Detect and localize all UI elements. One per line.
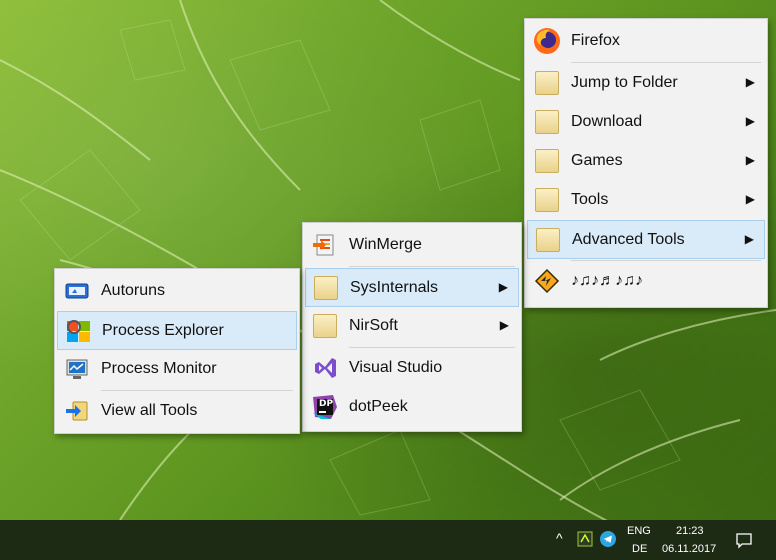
submenu-arrow-icon: ▶ (745, 114, 755, 128)
winamp-icon (533, 267, 561, 295)
folder-icon (534, 226, 562, 254)
folder-icon (533, 69, 561, 97)
menu-item-label: Visual Studio (349, 359, 443, 376)
menu-item-firefox[interactable]: Firefox (527, 22, 765, 61)
menu-item-process-monitor[interactable]: Process Monitor (57, 350, 297, 389)
submenu-arrow-icon: ▶ (745, 192, 755, 206)
menu-item-label: View all Tools (101, 402, 198, 419)
menu-separator (571, 62, 761, 63)
submenu-arrow-icon: ▶ (744, 232, 754, 246)
menu-item-games[interactable]: Games ▶ (527, 142, 765, 181)
menu-item-tools[interactable]: Tools ▶ (527, 181, 765, 220)
folder-icon (312, 274, 340, 302)
menu-item-label: Download (571, 113, 643, 130)
submenu-arrow-icon: ▶ (499, 318, 509, 332)
submenu-arrow-icon: ▶ (745, 153, 755, 167)
menu-item-label: Process Explorer (102, 322, 224, 339)
submenu-arrow-icon: ▶ (498, 280, 508, 294)
menu-item-label: ♪♫♪♬♪♫♪ (571, 272, 643, 289)
tray-app-icon[interactable] (577, 531, 593, 547)
clock-time[interactable]: 21:23 (676, 525, 704, 537)
menu-separator (101, 390, 293, 391)
language-indicator-top[interactable]: ENG (627, 525, 651, 537)
menu-item-winmerge[interactable]: WinMerge (305, 226, 519, 265)
submenu-arrow-icon: ▶ (745, 75, 755, 89)
clock-date[interactable]: 06.11.2017 (662, 543, 716, 555)
menu-item-process-explorer[interactable]: Process Explorer (57, 311, 297, 350)
notification-center-icon[interactable] (735, 531, 752, 549)
menu-item-label: dotPeek (349, 398, 408, 415)
dotpeek-icon-glyph: DP (319, 399, 334, 409)
menu-item-visual-studio[interactable]: Visual Studio (305, 349, 519, 388)
menu-item-advanced-tools[interactable]: Advanced Tools ▶ (527, 220, 765, 259)
telegram-icon[interactable] (600, 531, 616, 547)
folder-icon (311, 312, 339, 340)
language-indicator-bottom[interactable]: DE (632, 543, 647, 555)
menu-item-nirsoft[interactable]: NirSoft ▶ (305, 307, 519, 346)
menu-item-sysinternals[interactable]: SysInternals ▶ (305, 268, 519, 307)
menu-item-dotpeek[interactable]: DP dotPeek (305, 388, 519, 427)
menu-separator (349, 266, 515, 267)
autoruns-icon (63, 277, 91, 305)
menu-separator (571, 260, 761, 261)
folder-icon (533, 108, 561, 136)
process-monitor-icon (63, 355, 91, 383)
show-hidden-icons-chevron-icon[interactable]: ^ (556, 530, 563, 546)
menu-item-label: Tools (571, 191, 609, 208)
menu-item-label: SysInternals (350, 279, 439, 296)
menu-item-autoruns[interactable]: Autoruns (57, 272, 297, 311)
sysinternals-submenu: Autoruns Process Explorer Process Monito… (54, 268, 300, 434)
menu-item-label: Firefox (571, 32, 620, 49)
firefox-icon (533, 27, 561, 55)
dotpeek-icon: DP (311, 393, 339, 421)
process-explorer-icon (64, 317, 92, 345)
menu-item-view-all-tools[interactable]: View all Tools (57, 392, 297, 431)
menu-item-label: WinMerge (349, 236, 422, 253)
winmerge-icon (311, 231, 339, 259)
menu-item-jump-to-folder[interactable]: Jump to Folder ▶ (527, 64, 765, 103)
menu-item-download[interactable]: Download ▶ (527, 103, 765, 142)
menu-separator (349, 347, 515, 348)
menu-item-label: Advanced Tools (572, 231, 685, 248)
menu-item-label: Autoruns (101, 282, 166, 299)
menu-item-music[interactable]: ♪♫♪♬♪♫♪ (527, 262, 765, 301)
folder-icon (533, 186, 561, 214)
taskbar (0, 520, 776, 560)
folder-icon (533, 147, 561, 175)
advanced-tools-submenu: WinMerge SysInternals ▶ NirSoft ▶ Visual… (302, 222, 522, 432)
main-context-menu: Firefox Jump to Folder ▶ Download ▶ Game… (524, 18, 768, 308)
menu-item-label: Jump to Folder (571, 74, 678, 91)
menu-item-label: Process Monitor (101, 360, 217, 377)
view-all-tools-icon (63, 397, 91, 425)
menu-item-label: NirSoft (349, 317, 398, 334)
menu-item-label: Games (571, 152, 623, 169)
visual-studio-icon (311, 354, 339, 382)
